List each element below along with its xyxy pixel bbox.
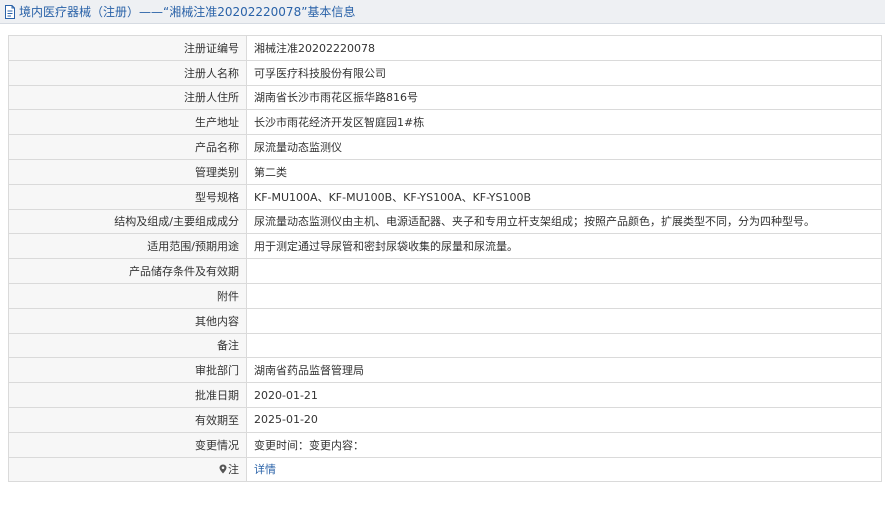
table-row: 附件 (8, 282, 882, 309)
field-label: 附件 (8, 282, 247, 309)
table-row: 变更情况 变更时间：变更内容： (8, 431, 882, 458)
table-row: 产品名称 尿流量动态监测仪 (8, 134, 882, 160)
field-value: 可孚医疗科技股份有限公司 (246, 59, 882, 86)
table-row: 生产地址 长沙市雨花经济开发区智庭园1#栋 (8, 109, 882, 136)
field-value: 尿流量动态监测仪 (246, 134, 882, 160)
table-row: 有效期至 2025-01-20 (8, 406, 882, 433)
page-header: 境内医疗器械（注册）——“湘械注准20202220078”基本信息 (0, 0, 885, 24)
field-value: 湘械注准20202220078 (246, 35, 882, 61)
field-label: 生产地址 (8, 109, 247, 136)
field-label: 批准日期 (8, 382, 247, 408)
field-label: 产品储存条件及有效期 (8, 258, 247, 284)
field-value (246, 258, 882, 284)
field-label: 其他内容 (8, 307, 247, 334)
field-label: 注册人住所 (8, 84, 247, 111)
note-label: 注 (228, 463, 239, 477)
info-table: 注册证编号 湘械注准20202220078 注册人名称 可孚医疗科技股份有限公司… (8, 35, 882, 483)
table-row: 注册人名称 可孚医疗科技股份有限公司 (8, 59, 882, 86)
note-row: 注 详情 (8, 456, 882, 483)
field-value (246, 307, 882, 334)
field-value: 湖南省药品监督管理局 (246, 357, 882, 384)
table-row: 结构及组成/主要组成成分 尿流量动态监测仪由主机、电源适配器、夹子和专用立杆支架… (8, 208, 882, 235)
table-row: 管理类别 第二类 (8, 158, 882, 185)
field-label: 产品名称 (8, 134, 247, 160)
table-row: 其他内容 (8, 307, 882, 334)
field-label: 有效期至 (8, 406, 247, 433)
note-value-cell: 详情 (246, 456, 882, 483)
field-label: 变更情况 (8, 431, 247, 458)
field-value: 长沙市雨花经济开发区智庭园1#栋 (246, 109, 882, 136)
table-row: 备注 (8, 332, 882, 359)
field-label: 管理类别 (8, 158, 247, 185)
table-row: 注册证编号 湘械注准20202220078 (8, 35, 882, 61)
table-row: 型号规格 KF-MU100A、KF-MU100B、KF-YS100A、KF-YS… (8, 183, 882, 210)
field-label: 注册证编号 (8, 35, 247, 61)
table-row: 适用范围/预期用途 用于测定通过导尿管和密封尿袋收集的尿量和尿流量。 (8, 233, 882, 260)
field-value: 2020-01-21 (246, 382, 882, 408)
table-row: 批准日期 2020-01-21 (8, 382, 882, 408)
table-row: 注册人住所 湖南省长沙市雨花区振华路816号 (8, 84, 882, 111)
document-icon (4, 4, 16, 19)
field-value (246, 332, 882, 359)
field-value: 湖南省长沙市雨花区振华路816号 (246, 84, 882, 111)
table-row: 产品储存条件及有效期 (8, 258, 882, 284)
field-value: KF-MU100A、KF-MU100B、KF-YS100A、KF-YS100B (246, 183, 882, 210)
field-label: 适用范围/预期用途 (8, 233, 247, 260)
field-value: 变更时间：变更内容： (246, 431, 882, 458)
field-value (246, 282, 882, 309)
field-label: 备注 (8, 332, 247, 359)
details-link[interactable]: 详情 (254, 463, 276, 476)
field-label: 结构及组成/主要组成成分 (8, 208, 247, 235)
pin-icon (219, 464, 227, 474)
field-label: 注册人名称 (8, 59, 247, 86)
field-value: 第二类 (246, 158, 882, 185)
field-value: 用于测定通过导尿管和密封尿袋收集的尿量和尿流量。 (246, 233, 882, 260)
note-label-cell: 注 (8, 456, 247, 483)
field-value: 尿流量动态监测仪由主机、电源适配器、夹子和专用立杆支架组成；按照产品颜色，扩展类… (246, 208, 882, 235)
field-value: 2025-01-20 (246, 406, 882, 433)
field-label: 审批部门 (8, 357, 247, 384)
field-label: 型号规格 (8, 183, 247, 210)
table-row: 审批部门 湖南省药品监督管理局 (8, 357, 882, 384)
page-title: 境内医疗器械（注册）——“湘械注准20202220078”基本信息 (19, 5, 356, 19)
